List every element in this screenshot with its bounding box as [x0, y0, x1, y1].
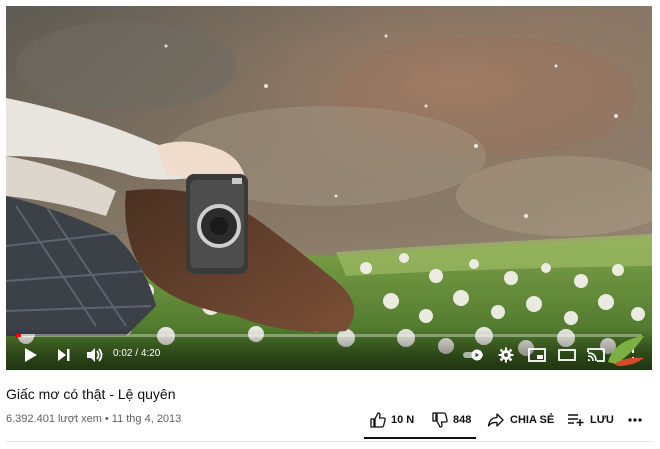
- time-display: 0:02 / 4:20: [113, 348, 160, 359]
- theater-mode-icon: [558, 349, 576, 361]
- duration: 4:20: [140, 348, 161, 359]
- view-count: 6.392.401 lượt xem: [6, 413, 102, 425]
- play-icon: [25, 348, 37, 362]
- channel-watermark[interactable]: [604, 332, 648, 368]
- like-count: 10 N: [391, 414, 415, 426]
- progress-played: [16, 334, 21, 337]
- dislike-button[interactable]: 848: [432, 407, 471, 433]
- share-icon: [487, 413, 504, 427]
- more-icon: [628, 418, 642, 422]
- volume-button[interactable]: [84, 345, 106, 365]
- miniplayer-button[interactable]: [527, 345, 547, 365]
- progress-bar[interactable]: [16, 334, 642, 337]
- current-time: 0:02: [113, 348, 133, 359]
- thumbs-down-icon: [432, 412, 448, 428]
- autoplay-toggle[interactable]: [462, 345, 486, 365]
- share-button[interactable]: CHIA SẺ: [487, 407, 554, 433]
- watch-page: 0:02 / 4:20 Giấc mơ có thật - Lệ quyên 6…: [0, 0, 660, 449]
- save-playlist-icon: [568, 414, 584, 426]
- video-player[interactable]: 0:02 / 4:20: [6, 6, 652, 370]
- video-frame[interactable]: [6, 6, 652, 370]
- autoplay-toggle-icon: [463, 349, 483, 361]
- cast-button[interactable]: [586, 345, 606, 365]
- like-ratio-bar: [364, 437, 476, 439]
- settings-button[interactable]: [497, 345, 515, 365]
- upload-date: 11 thg 4, 2013: [111, 413, 182, 425]
- more-actions-button[interactable]: [628, 407, 647, 433]
- next-icon: [58, 349, 70, 361]
- save-button[interactable]: LƯU: [567, 407, 614, 433]
- divider: [6, 441, 652, 442]
- volume-icon: [87, 348, 103, 362]
- theater-mode-button[interactable]: [557, 345, 577, 365]
- player-controls: 0:02 / 4:20: [6, 328, 652, 370]
- meta-separator: •: [104, 413, 109, 425]
- dislike-count: 848: [453, 414, 472, 426]
- share-label: CHIA SẺ: [510, 414, 555, 426]
- thumbs-up-icon: [370, 412, 386, 428]
- like-button[interactable]: 10 N: [370, 407, 414, 433]
- cast-icon: [587, 348, 605, 362]
- save-label: LƯU: [590, 414, 614, 426]
- time-separator: /: [132, 348, 141, 359]
- play-button[interactable]: [20, 345, 42, 365]
- video-title: Giấc mơ có thật - Lệ quyên: [6, 386, 176, 402]
- miniplayer-icon: [528, 348, 546, 362]
- next-button[interactable]: [54, 345, 74, 365]
- gear-icon: [498, 347, 514, 363]
- video-meta: 6.392.401 lượt xem • 11 thg 4, 2013: [6, 413, 181, 425]
